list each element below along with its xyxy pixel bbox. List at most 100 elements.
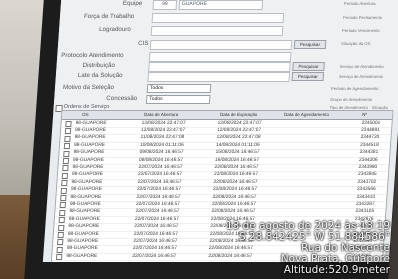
cell-abertura: 08/08/2024 16:46:57 [138, 157, 184, 163]
row-checkbox[interactable] [61, 172, 69, 179]
row-motivo-selecao: Motivo da Seleção Todos Período de Agend… [55, 84, 379, 93]
cell-expiracao: 22/08/2024 16:46:57 [213, 179, 258, 185]
cell-os: 98-GUAPORE [69, 209, 101, 215]
row-checkbox[interactable] [62, 165, 69, 172]
right-label-6: Período de Agendamento [330, 86, 379, 91]
cell-os: 98-GUAPORE [66, 253, 98, 259]
column-header-expiracao[interactable]: Data de Expiração [220, 112, 257, 117]
row-checkbox[interactable] [57, 232, 64, 238]
cell-abertura: 22/07/2024 16:46:57 [136, 187, 182, 193]
row-concessao: Concessão Todos Grupo de Atendimento [54, 95, 372, 104]
right-label-0: Período Abertura [343, 1, 376, 6]
row-checkbox[interactable] [64, 135, 71, 142]
cell-abertura: 22/07/2024 16:46:57 [135, 201, 181, 207]
row-checkbox[interactable] [60, 195, 67, 201]
right-label-1: Período Fechamento [342, 15, 383, 20]
row-checkbox[interactable] [57, 239, 64, 246]
pesquisar-button-2[interactable]: Pesquisar [292, 62, 325, 71]
forca-trabalho-field[interactable] [151, 13, 285, 23]
pesquisar-button-3[interactable]: Pesquisar [291, 72, 325, 81]
cell-num: 2343105 [355, 209, 375, 215]
cell-abertura: 22/07/2024 16:46:57 [136, 194, 181, 200]
logradouro-label: Logradouro [98, 26, 131, 33]
right-label-7: Grupo de Atendimento [330, 97, 373, 102]
row-checkbox[interactable] [62, 158, 70, 164]
cell-os: 98-GUAPORE [72, 157, 105, 163]
filter-form: Equipe 99 GUAPORE Período Abertura Força… [53, 0, 398, 112]
cell-num: 2344381 [359, 150, 379, 156]
column-header-os[interactable]: OS [82, 112, 89, 117]
cell-abertura: 22/07/2024 16:46:57 [137, 172, 183, 178]
concessao-select[interactable]: Todos [145, 95, 211, 104]
concessao-label: Concessão [106, 95, 138, 102]
protocolo-field[interactable] [148, 52, 292, 62]
row-checkbox[interactable] [56, 246, 63, 253]
cell-os: 98-GUAPORE [69, 201, 101, 207]
row-checkbox[interactable] [65, 121, 72, 127]
motivo-selecao-select[interactable]: Todos [146, 84, 212, 93]
photo: Equipe 99 GUAPORE Período Abertura Força… [0, 0, 398, 279]
cell-num: 2343702 [357, 179, 377, 185]
cell-os: 98-GUAPORE [66, 246, 98, 252]
right-label-4: Serviço de Atendimento [339, 64, 384, 69]
row-checkbox[interactable] [64, 128, 72, 135]
cell-expiracao: 13/08/2024 22:47:07 [217, 120, 262, 126]
cell-expiracao: 22/08/2024 16:46:57 [214, 164, 259, 170]
cell-os: 98-GUAPORE [68, 216, 100, 222]
row-checkbox[interactable] [58, 217, 65, 224]
row-checkbox[interactable] [59, 202, 67, 209]
equipe-label: Equipe [122, 0, 143, 7]
late-solucao-field[interactable] [147, 72, 291, 82]
cell-os: 98-GUAPORE [75, 120, 107, 126]
cell-num: 2343287 [355, 201, 375, 207]
cell-abertura: 22/07/2024 16:46:57 [138, 164, 183, 170]
cell-num: 2343410 [356, 194, 376, 200]
cell-os: 98-GUAPORE [73, 142, 106, 148]
row-protocolo: Protocolo Atendimento [57, 52, 292, 62]
photo-stamp: 13 de agosto de 2024 às 13:19 S 28.84242… [140, 221, 390, 276]
row-checkbox[interactable] [63, 150, 70, 157]
right-label-2: Período Vencimento [341, 28, 380, 33]
row-checkbox[interactable] [58, 224, 65, 231]
row-checkbox[interactable] [60, 187, 68, 194]
row-forca-trabalho: Força de Trabalho Período Fechamento [60, 13, 382, 23]
logradouro-field[interactable] [150, 26, 284, 36]
distribuicao-label: Distribuição [82, 62, 116, 69]
column-header-agendamento[interactable]: Data de Agendamento [284, 112, 329, 117]
table-header: OS Data de Abertura Data de Expiração Da… [61, 111, 393, 120]
cell-abertura: 13/08/2024 22:47:07 [141, 120, 186, 126]
cell-os: 98-GUAPORE [71, 172, 104, 178]
equipe-code-field[interactable]: 99 [152, 0, 178, 10]
equipe-value-field[interactable]: GUAPORE [178, 0, 264, 10]
cell-num: 2344206 [358, 157, 378, 163]
column-header-abertura[interactable]: Data de Abertura [144, 112, 178, 117]
cell-num: 2344720 [360, 135, 380, 141]
row-logradouro: Logradouro Período Vencimento [59, 26, 380, 36]
cell-expiracao: 22/08/2024 16:46:57 [211, 209, 256, 215]
cell-os: 98-GUAPORE [74, 127, 107, 133]
cell-abertura: 12/08/2024 22:47:07 [140, 127, 186, 133]
cell-num: 2344891 [360, 127, 380, 133]
cell-os: 98-GUAPORE [67, 231, 99, 237]
cell-os: 98-GUAPORE [72, 164, 104, 170]
row-checkbox[interactable] [61, 180, 68, 187]
protocolo-label: Protocolo Atendimento [61, 52, 124, 59]
cell-abertura: 10/08/2024 01:11:06 [139, 142, 184, 148]
motivo-selecao-label: Motivo da Seleção [62, 84, 115, 91]
cell-abertura: 11/08/2024 22:47:08 [140, 135, 185, 141]
cis-field[interactable] [149, 40, 293, 50]
cell-abertura: 22/07/2024 16:46:57 [135, 209, 180, 215]
row-distribuicao: Distribuição Pesquisar Serviço de Atendi… [56, 62, 384, 72]
distribuicao-field[interactable] [148, 62, 291, 72]
cell-expiracao: 22/08/2024 16:46:57 [213, 172, 259, 178]
row-checkbox[interactable] [63, 143, 71, 150]
cell-expiracao: 22/08/2024 16:46:57 [211, 201, 257, 207]
pesquisar-button-1[interactable]: Pesquisar [293, 40, 327, 49]
cell-num: 2344518 [359, 142, 379, 148]
cell-abertura: 22/07/2024 16:46:57 [137, 179, 182, 185]
cell-abertura: 09/08/2024 16:46:57 [139, 150, 184, 156]
column-header-num[interactable]: Nº [362, 112, 367, 117]
cell-os: 98-GUAPORE [70, 194, 102, 200]
row-checkbox[interactable] [55, 254, 63, 261]
row-checkbox[interactable] [59, 209, 66, 216]
